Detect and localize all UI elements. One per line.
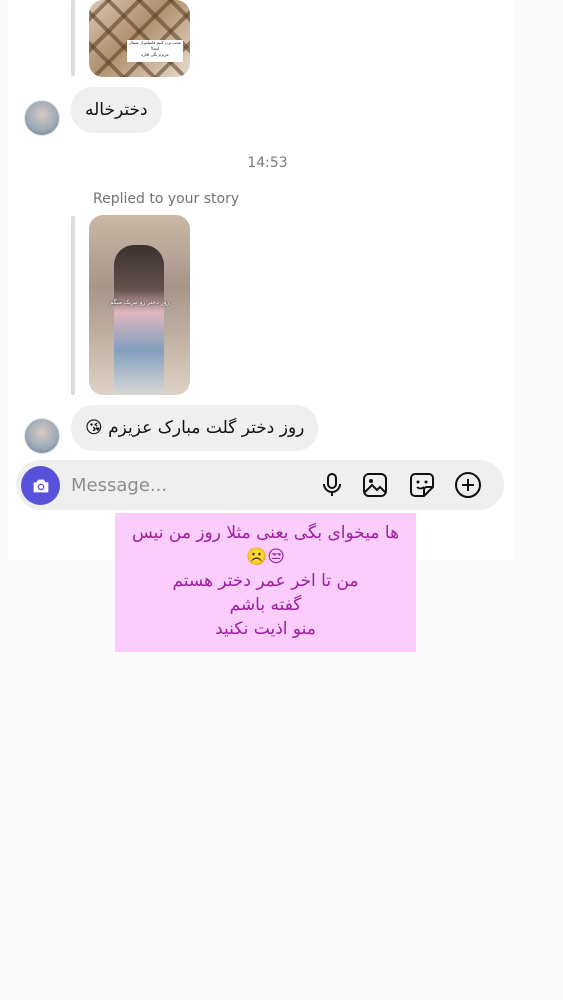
message-bubble[interactable]: روز دختر گلت مبارک عزیزم 😘 — [71, 405, 319, 451]
gallery-icon — [363, 473, 387, 497]
sticker-icon — [410, 473, 434, 497]
story-sticker: عجب بزن کنیم فامیلتو از شمال اینجا! عزیز… — [127, 40, 183, 62]
message-composer — [16, 460, 504, 510]
microphone-icon — [323, 473, 341, 496]
camera-button[interactable] — [21, 466, 60, 505]
message-input[interactable] — [71, 473, 301, 497]
avatar[interactable] — [24, 100, 60, 136]
caption-line: ها میخوای بگی یعنی مثلا روز من نیس — [131, 523, 400, 543]
story-caption: روز دختر رو تبریک میگم — [109, 299, 170, 306]
caption-line: من تا اخر عمر دختر هستم — [172, 571, 359, 591]
story-thumbnail[interactable]: روز دختر رو تبریک میگم — [89, 215, 190, 395]
chat-thread: عجب بزن کنیم فامیلتو از شمال اینجا! عزیز… — [8, 0, 514, 560]
caption-line: گفته باشم — [229, 595, 302, 615]
caption-overlay: ها میخوای بگی یعنی مثلا روز من نیس 😒☹️ م… — [115, 513, 416, 652]
reply-indicator-bar — [71, 216, 75, 395]
story-figures — [114, 245, 164, 395]
replied-to-story-label: Replied to your story — [93, 191, 240, 207]
add-button[interactable] — [454, 471, 482, 499]
sticker-button[interactable] — [408, 471, 436, 499]
add-icon — [455, 472, 481, 498]
message-bubble[interactable]: دخترخاله — [71, 87, 162, 133]
message-timestamp: 14:53 — [247, 155, 288, 171]
avatar[interactable] — [24, 418, 60, 454]
reply-indicator-bar — [71, 0, 75, 76]
gallery-button[interactable] — [361, 471, 389, 499]
story-grid-pattern — [89, 0, 190, 77]
camera-icon — [33, 479, 48, 492]
story-thumbnail[interactable]: عجب بزن کنیم فامیلتو از شمال اینجا! عزیز… — [89, 0, 190, 77]
caption-line: 😒☹️ — [246, 547, 285, 567]
caption-line: منو اذیت نکنید — [215, 619, 316, 639]
microphone-button[interactable] — [318, 471, 346, 499]
